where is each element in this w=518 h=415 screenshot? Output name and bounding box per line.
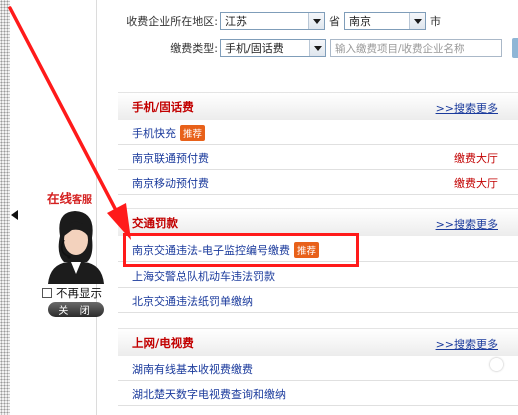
watermark [490,358,506,371]
close-button[interactable]: 关 闭 [48,302,104,317]
dont-show-checkbox[interactable] [42,288,52,298]
online-service-widget: 在线客服 不再显示 关 闭 [11,188,112,318]
chat-title-small: 客服 [72,195,93,206]
watermark-logo-icon [490,358,503,371]
chat-title-main: 在线 [47,191,73,206]
chat-title: 在线客服 [47,188,92,207]
dont-show-again[interactable]: 不再显示 [42,285,102,301]
dont-show-label: 不再显示 [56,286,102,300]
customer-service-avatar [48,211,104,284]
expand-arrow-icon[interactable] [11,210,18,220]
